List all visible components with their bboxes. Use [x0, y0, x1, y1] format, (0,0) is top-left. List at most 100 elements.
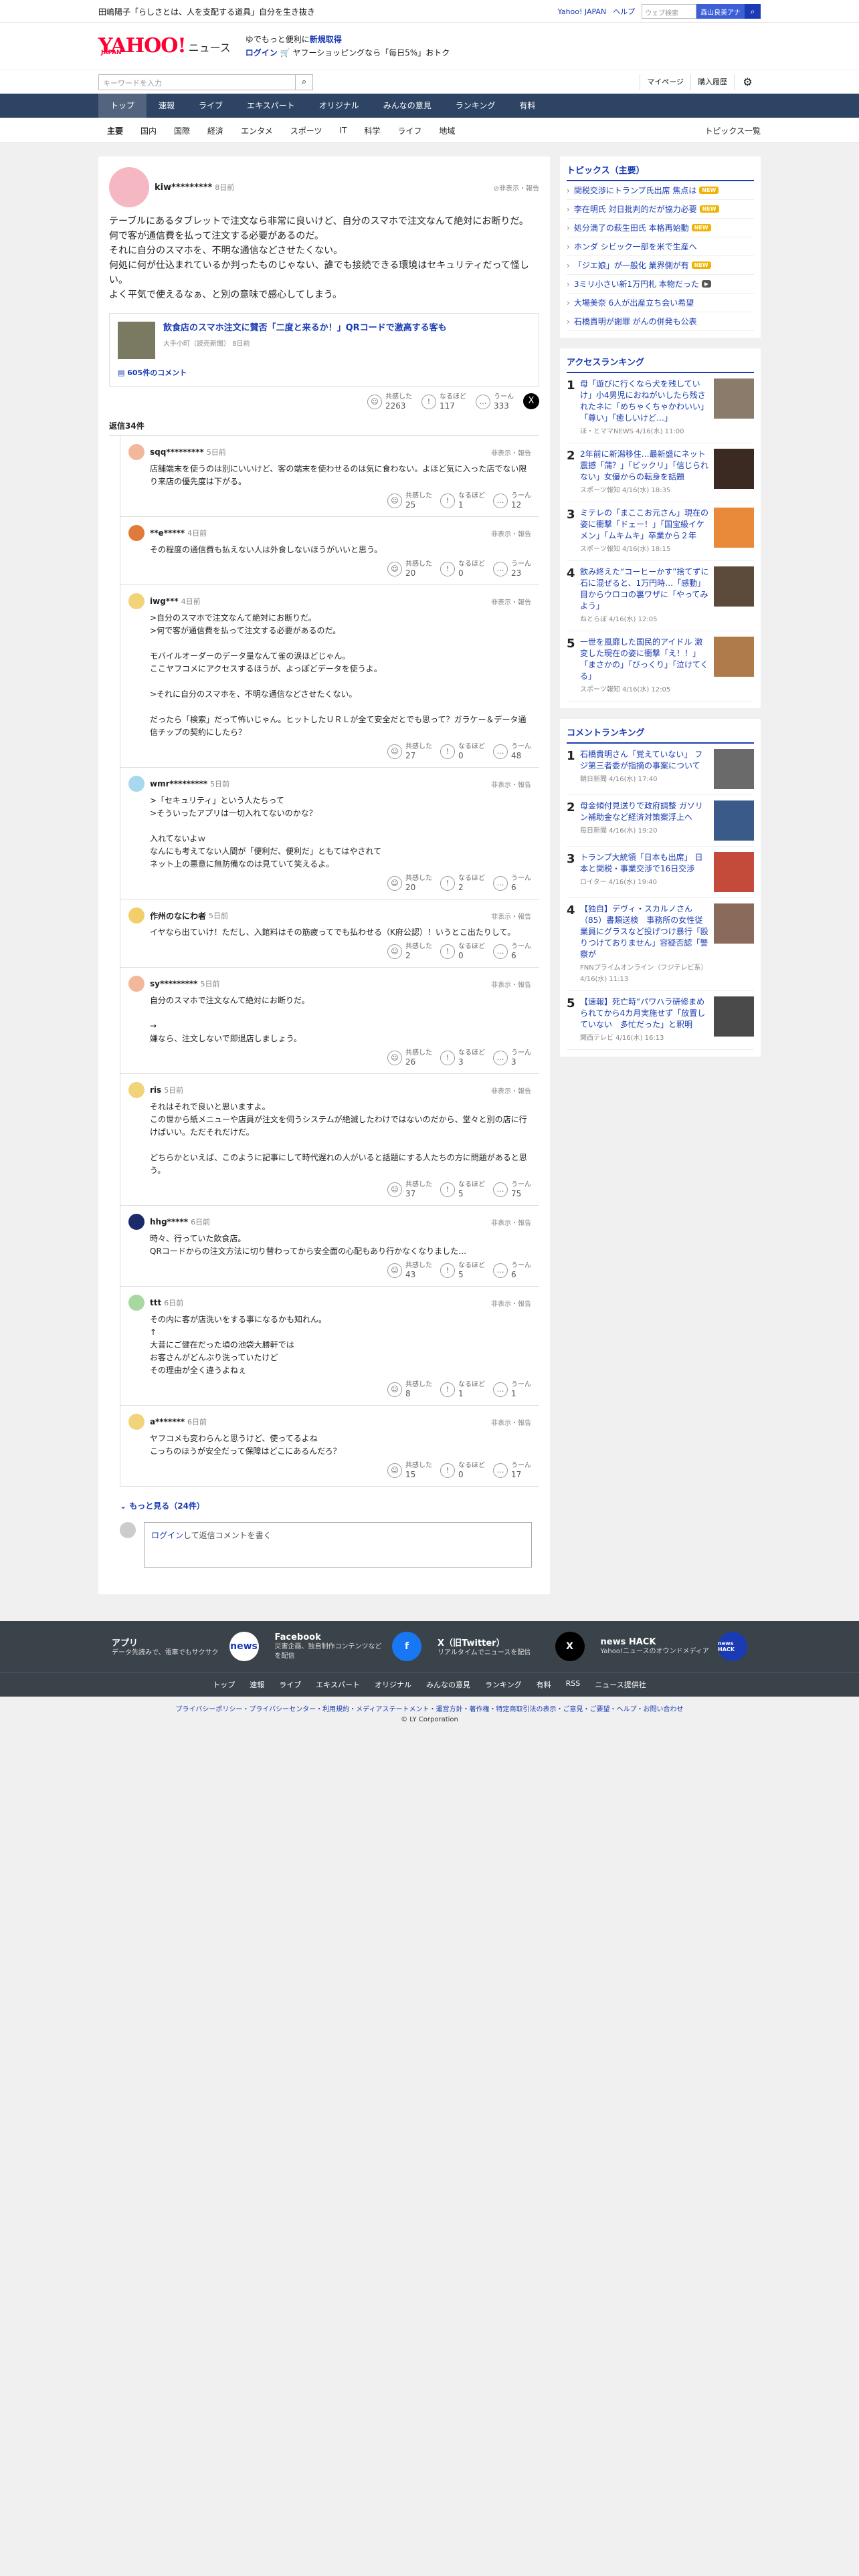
x-icon[interactable]: X	[555, 1632, 585, 1661]
category-local[interactable]: 地域	[430, 125, 464, 136]
topic-item[interactable]: 大場美奈 6人が出産立ち会い希望	[567, 294, 754, 312]
gear-icon[interactable]: ⚙	[734, 74, 761, 90]
hmm-button[interactable]: … うーん 48	[493, 743, 531, 760]
category-it[interactable]: IT	[330, 126, 355, 135]
agree-button[interactable]: ☺ 共感した 8	[387, 1381, 432, 1398]
insight-button[interactable]: ! なるほど 0	[440, 1462, 485, 1479]
category-world[interactable]: 国際	[165, 125, 199, 136]
topic-item[interactable]: 処分満了の萩生田氏 本格再始動NEW	[567, 219, 754, 237]
hide-report-link[interactable]: 非表示・報告	[491, 779, 531, 789]
yahoo-japan-link[interactable]: Yahoo! JAPAN	[558, 7, 607, 16]
insight-button[interactable]: ! なるほど 0	[440, 743, 485, 760]
related-article-card[interactable]: 飲食店のスマホ注文に賛否「二度と来るか！」QRコードで激高する客も 大手小町（読…	[109, 313, 539, 387]
reply-username[interactable]: sy*********	[150, 979, 197, 988]
ranking-title[interactable]: 飲み終えた“コーヒーかす”捨てずに石に混ぜると、1万円時…「感動」目からウロコの…	[580, 566, 710, 625]
reply-username[interactable]: a*******	[150, 1417, 185, 1426]
ranking-title[interactable]: 【独自】デヴィ・スカルノさん（85）書類送検 事務所の女性従業員にグラスなど投げ…	[580, 903, 710, 985]
ranking-item[interactable]: 2 2年前に新潟移住…最新盛にネット震撼「蒲？」「ビックリ」「信じられない」女優か…	[567, 443, 754, 502]
category-domestic[interactable]: 国内	[132, 125, 165, 136]
ranking-text[interactable]: 母「遊びに行くなら犬を残していけ」小4男児におねがいしたら残されたネに「めちゃく…	[580, 379, 708, 423]
hmm-button[interactable]: … うーん 6	[493, 1262, 531, 1279]
footer-link[interactable]: ニュース提供社	[595, 1679, 646, 1690]
hmm-button[interactable]: … うーん 1	[493, 1381, 531, 1398]
ranking-item[interactable]: 5 一世を風靡した国民的アイドル 激変した現在の姿に衝撃「え！！」「まさかの」「び…	[567, 631, 754, 702]
nav-item-original[interactable]: オリジナル	[307, 94, 371, 118]
reply-username[interactable]: wmr*********	[150, 779, 207, 788]
hide-report-link[interactable]: 非表示・報告	[491, 597, 531, 607]
topic-item[interactable]: ホンダ シビック一部を米で生産へ	[567, 237, 754, 256]
search-icon[interactable]: ⌕	[745, 4, 761, 19]
ranking-item[interactable]: 5 【速報】死亡時“パワハラ研修まめられてから4カ月実施せず「放置していない 多忙…	[567, 991, 754, 1050]
topic-item[interactable]: 石橋貴明が謝罪 がんの併発も公表	[567, 312, 754, 331]
nav-item-breaking[interactable]: 速報	[147, 94, 187, 118]
hide-report-link[interactable]: 非表示・報告	[491, 979, 531, 989]
keyword-search-input[interactable]: キーワードを入力	[98, 74, 296, 90]
insight-button[interactable]: ! なるほど 0	[440, 943, 485, 960]
hmm-button[interactable]: … うーん 6	[493, 875, 531, 892]
hmm-button[interactable]: … うーん 17	[493, 1462, 531, 1479]
footer-app-item[interactable]: Facebook 災害企画、独自制作コンテンツなどを配信 f	[275, 1632, 421, 1661]
agree-button[interactable]: ☺ 共感した 2263	[367, 393, 412, 411]
footer-link[interactable]: 有料	[537, 1679, 551, 1690]
agree-button[interactable]: ☺ 共感した 20	[387, 875, 432, 892]
search-icon[interactable]: ⌕	[296, 74, 313, 90]
topic-item[interactable]: 3ミリ小さい新1万円札 本物だった▶	[567, 275, 754, 294]
footer-link[interactable]: トップ	[213, 1679, 235, 1690]
footer-app-item[interactable]: X（旧Twitter） リアルタイムでニュースを配信 X	[438, 1632, 585, 1661]
ranking-title[interactable]: 母「遊びに行くなら犬を残していけ」小4男児におねがいしたら残されたネに「めちゃく…	[580, 379, 710, 437]
reply-username[interactable]: hhg*****	[150, 1217, 188, 1226]
ranking-item[interactable]: 3 ミテレの「まここお元さん」現在の姿に衝撃「ドェー！」「国宝級イケメン」「ムキム…	[567, 502, 754, 561]
nav-item-paid[interactable]: 有料	[507, 94, 547, 118]
ranking-item[interactable]: 1 母「遊びに行くなら犬を残していけ」小4男児におねがいしたら残されたネに「めちゃ…	[567, 373, 754, 443]
agree-button[interactable]: ☺ 共感した 20	[387, 560, 432, 578]
x-share-icon[interactable]: X	[523, 393, 539, 409]
hmm-button[interactable]: … うーん 3	[493, 1049, 531, 1067]
insight-button[interactable]: ! なるほど 5	[440, 1181, 485, 1198]
login-link[interactable]: ログイン	[246, 48, 278, 58]
yahoo-news-logo[interactable]: YAHOO! ニュース JAPAN	[98, 36, 231, 57]
agree-button[interactable]: ☺ 共感した 43	[387, 1262, 432, 1279]
insight-button[interactable]: ! なるほど 1	[440, 1381, 485, 1398]
news-app-icon[interactable]: news	[229, 1632, 259, 1661]
footer-app-title[interactable]: X（旧Twitter）	[438, 1636, 550, 1648]
topic-text[interactable]: 3ミリ小さい新1万円札 本物だった	[574, 278, 699, 290]
footer-link[interactable]: ライブ	[279, 1679, 301, 1690]
topic-text[interactable]: 李在明氏 対日批判的だが協力必要	[574, 203, 697, 215]
footer-app-title[interactable]: アプリ	[112, 1636, 224, 1648]
signup-link[interactable]: 新規取得	[310, 35, 342, 44]
ranking-title[interactable]: 2年前に新潟移住…最新盛にネット震撼「蒲？」「ビックリ」「信じられない」女優から…	[580, 449, 710, 496]
footer-app-title[interactable]: Facebook	[275, 1632, 387, 1642]
hide-report-link[interactable]: 非表示・報告	[491, 528, 531, 538]
help-link[interactable]: ヘルプ	[613, 6, 635, 17]
nav-item-live[interactable]: ライブ	[187, 94, 235, 118]
ranking-text[interactable]: 【独自】デヴィ・スカルノさん（85）書類送検 事務所の女性従業員にグラスなど投げ…	[580, 904, 708, 959]
ranking-title[interactable]: 一世を風靡した国民的アイドル 激変した現在の姿に衝撃「え！！」「まさかの」「びっ…	[580, 637, 710, 695]
ranking-title[interactable]: 母金傾付見送りで政府調整 ガソリン補助金など経済対策案浮上へ 毎日新聞 4/16(…	[580, 800, 710, 841]
hmm-button[interactable]: … うーん 333	[476, 393, 514, 411]
comment-username[interactable]: kiw*********	[155, 183, 212, 193]
footer-link[interactable]: RSS	[566, 1679, 581, 1690]
shopping-promo[interactable]: ヤフーショッピングなら「毎日5%」おトク	[292, 48, 450, 58]
reply-username[interactable]: 作州のなにわ者	[150, 910, 206, 922]
reply-username[interactable]: ttt	[150, 1298, 161, 1307]
more-replies-button[interactable]: ⌄ もっと見る（24件）	[120, 1500, 539, 1511]
topic-text[interactable]: 処分満了の萩生田氏 本格再始動	[574, 222, 689, 233]
agree-button[interactable]: ☺ 共感した 25	[387, 492, 432, 510]
ranking-item[interactable]: 1 石橋貴明さん「覚えていない」 フジ第三者委が指摘の事案について 朝日新聞 4/1…	[567, 744, 754, 795]
hide-report-link[interactable]: 非表示・報告	[491, 1217, 531, 1227]
trend-chip[interactable]: 森山良美アナ	[696, 4, 745, 19]
topic-item[interactable]: 関税交渉にトランプ氏出席 焦点はNEW	[567, 181, 754, 200]
insight-button[interactable]: ! なるほど 117	[421, 393, 466, 411]
agree-button[interactable]: ☺ 共感した 2	[387, 943, 432, 960]
agree-button[interactable]: ☺ 共感した 27	[387, 743, 432, 760]
category-life[interactable]: ライフ	[389, 125, 430, 136]
topics-list-link[interactable]: トピックス一覧	[704, 125, 761, 136]
hide-report-link[interactable]: 非表示・報告	[491, 911, 531, 921]
topic-item[interactable]: 李在明氏 対日批判的だが協力必要NEW	[567, 200, 754, 219]
footer-link[interactable]: みんなの意見	[426, 1679, 470, 1690]
footer-link[interactable]: 速報	[250, 1679, 264, 1690]
insight-button[interactable]: ! なるほど 2	[440, 875, 485, 892]
ranking-text[interactable]: 一世を風靡した国民的アイドル 激変した現在の姿に衝撃「え！！」「まさかの」「びっ…	[580, 637, 708, 681]
nav-item-ranking[interactable]: ランキング	[444, 94, 508, 118]
hmm-button[interactable]: … うーん 23	[493, 560, 531, 578]
